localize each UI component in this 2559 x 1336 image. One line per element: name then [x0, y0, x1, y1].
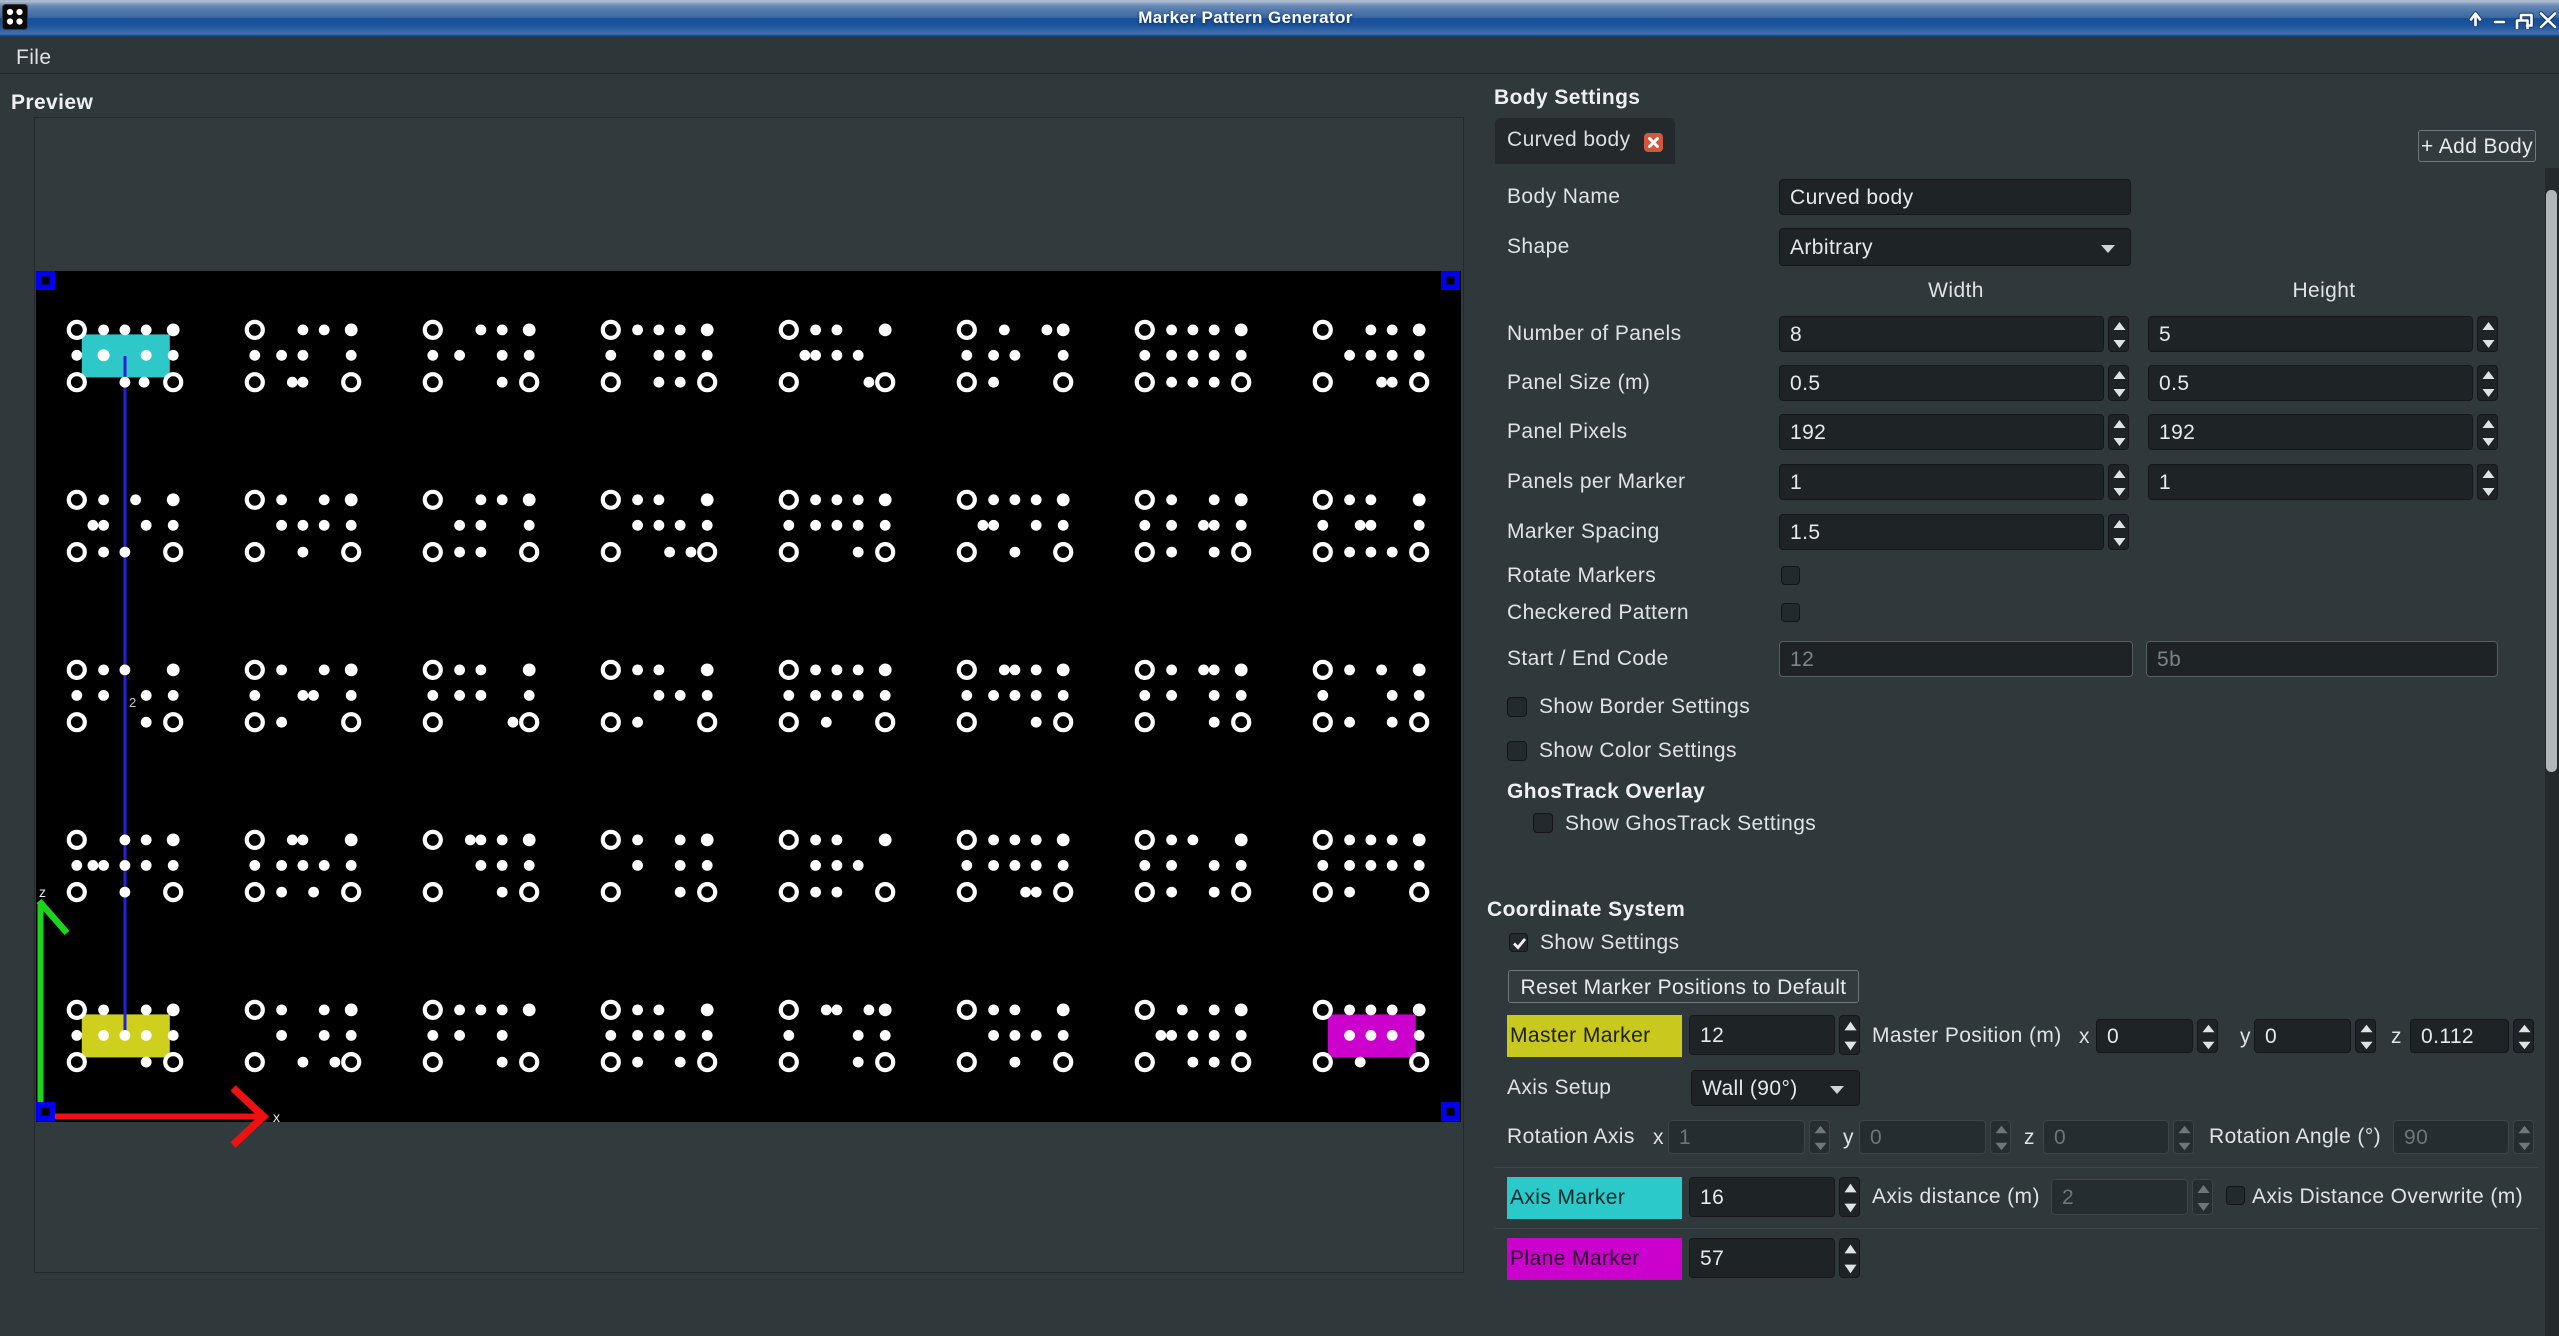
svg-text:2: 2: [129, 695, 137, 710]
svg-text:x: x: [273, 1109, 280, 1125]
svg-text:z: z: [39, 884, 46, 900]
